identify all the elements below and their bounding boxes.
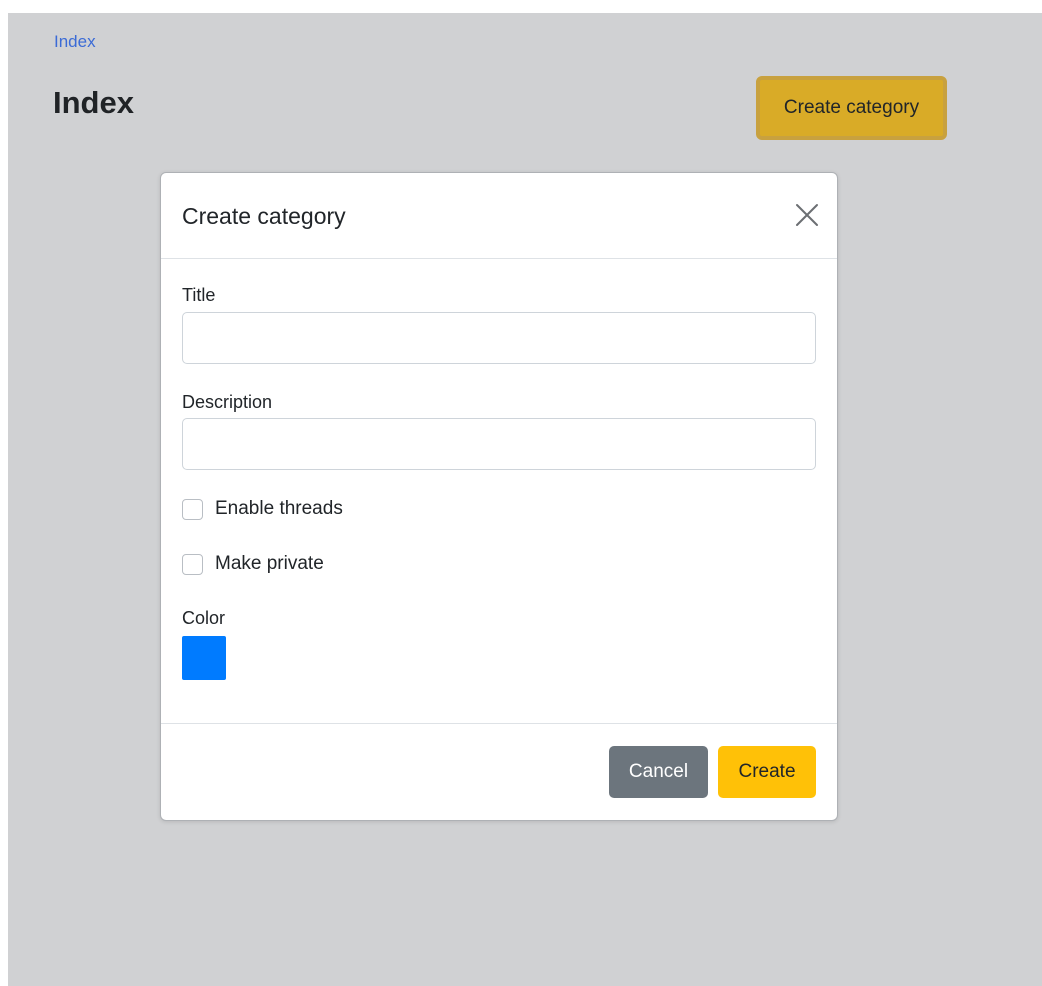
page-title: Index xyxy=(53,85,134,120)
modal-header: Create category xyxy=(161,173,837,259)
make-private-label: Make private xyxy=(215,553,324,574)
enable-threads-checkbox[interactable] xyxy=(182,498,203,520)
breadcrumb-link-index[interactable]: Index xyxy=(54,32,96,52)
description-label: Description xyxy=(182,392,273,412)
create-button[interactable]: Create xyxy=(718,746,816,798)
close-icon[interactable] xyxy=(793,201,821,229)
title-label: Title xyxy=(182,285,216,305)
modal-footer: Cancel Create xyxy=(161,723,837,822)
make-private-row[interactable]: Make private xyxy=(182,552,324,576)
create-category-button[interactable]: Create category xyxy=(756,76,947,140)
page-backdrop: Index Index Create category Create categ… xyxy=(8,13,1042,986)
make-private-checkbox[interactable] xyxy=(182,553,203,575)
color-picker-swatch[interactable] xyxy=(182,636,226,680)
color-label: Color xyxy=(182,608,226,628)
create-category-modal: Create category Title Description Enable… xyxy=(160,172,838,821)
description-input[interactable] xyxy=(182,418,816,470)
title-input[interactable] xyxy=(182,312,816,364)
close-icon-glyph xyxy=(796,204,818,226)
enable-threads-label: Enable threads xyxy=(215,498,343,519)
cancel-button[interactable]: Cancel xyxy=(609,746,708,798)
modal-title: Create category xyxy=(182,203,346,229)
enable-threads-row[interactable]: Enable threads xyxy=(182,497,343,521)
